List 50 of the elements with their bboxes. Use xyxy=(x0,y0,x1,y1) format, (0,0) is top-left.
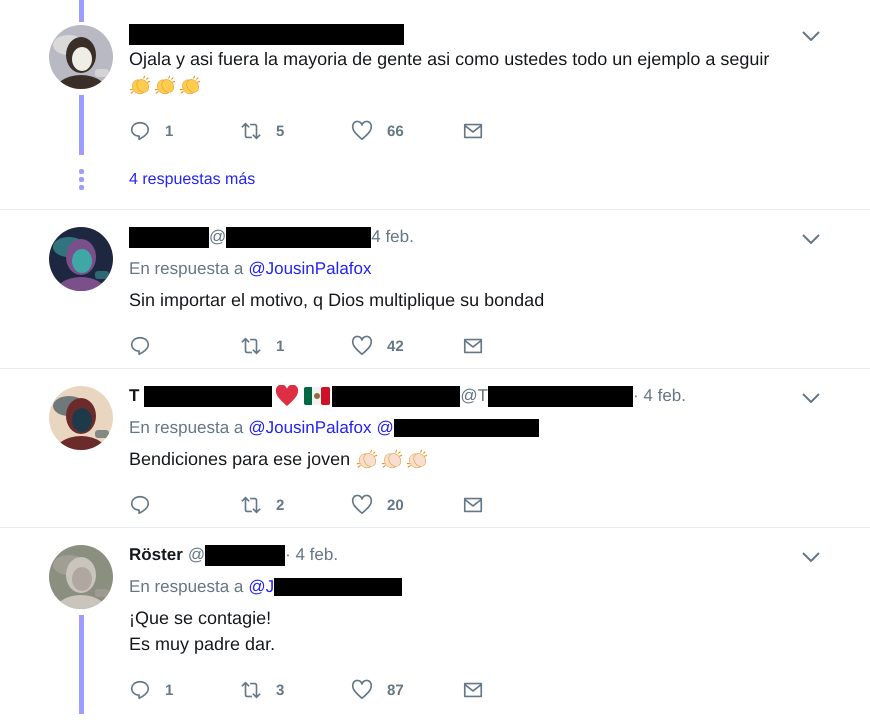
heart-icon[interactable] xyxy=(351,335,373,357)
action-count: 5 xyxy=(276,122,284,140)
action-count: 66 xyxy=(387,122,404,140)
tweet-meta: · 4 feb. xyxy=(285,545,338,565)
retweet-icon[interactable] xyxy=(240,679,262,701)
mention-link[interactable]: @JousinPalafox xyxy=(248,418,372,438)
tweet-meta: @T xyxy=(460,386,488,406)
action-count: 20 xyxy=(387,496,404,514)
mention-link[interactable]: @ xyxy=(376,418,394,438)
reply-label: En respuesta a xyxy=(129,577,244,597)
action-count: 2 xyxy=(276,496,284,514)
tweet-text: ¡Que se contagie! xyxy=(129,607,272,630)
chevron-down-icon[interactable] xyxy=(802,31,820,41)
reply-label: En respuesta a xyxy=(129,418,244,438)
reply-icon[interactable] xyxy=(129,679,151,701)
heart-icon[interactable] xyxy=(351,494,373,516)
chevron-down-icon[interactable] xyxy=(802,393,820,403)
tweet-meta: 4 feb. xyxy=(371,227,414,247)
action-count: 1 xyxy=(276,338,284,354)
tweet-text: Sin importar el motivo, q Dios multiplique su bondad xyxy=(129,289,544,312)
tweet-text: Bendiciones para ese joven xyxy=(129,448,350,471)
action-count: 42 xyxy=(387,338,404,354)
chevron-down-icon[interactable] xyxy=(802,234,820,244)
mention-link[interactable]: @JousinPalafox xyxy=(248,259,372,279)
action-count: 1 xyxy=(165,122,174,140)
heart-icon[interactable] xyxy=(351,679,373,701)
heart-icon[interactable] xyxy=(351,120,373,142)
retweet-icon[interactable] xyxy=(240,494,262,516)
tweet-meta: @ xyxy=(188,545,206,565)
action-count: 3 xyxy=(276,682,284,698)
reply-label: En respuesta a xyxy=(129,259,244,279)
tweet-text: Ojala y asi fuera la mayoria de gente asi como ustedes todo un ejemplo a seguir xyxy=(129,48,770,71)
user-name[interactable]: T xyxy=(129,386,140,406)
reply-icon[interactable] xyxy=(129,494,151,516)
retweet-icon[interactable] xyxy=(240,120,262,142)
reply-icon[interactable] xyxy=(129,120,151,142)
tweet-meta: @ xyxy=(209,227,226,247)
action-count: 1 xyxy=(165,682,174,698)
tweet-text: Es muy padre dar. xyxy=(129,633,276,656)
chevron-down-icon[interactable] xyxy=(802,552,820,562)
thread-dots-icon xyxy=(78,169,84,191)
reply-icon[interactable] xyxy=(129,335,151,357)
retweet-icon[interactable] xyxy=(240,335,262,357)
mention-link[interactable]: @J xyxy=(248,577,274,597)
tweet-meta: · 4 feb. xyxy=(633,386,686,406)
flag-icon xyxy=(304,385,330,407)
more-replies-link[interactable]: 4 respuestas más xyxy=(129,171,256,189)
action-count: 87 xyxy=(387,682,404,698)
user-name[interactable]: Röster xyxy=(129,545,183,565)
heart-icon xyxy=(274,385,300,407)
